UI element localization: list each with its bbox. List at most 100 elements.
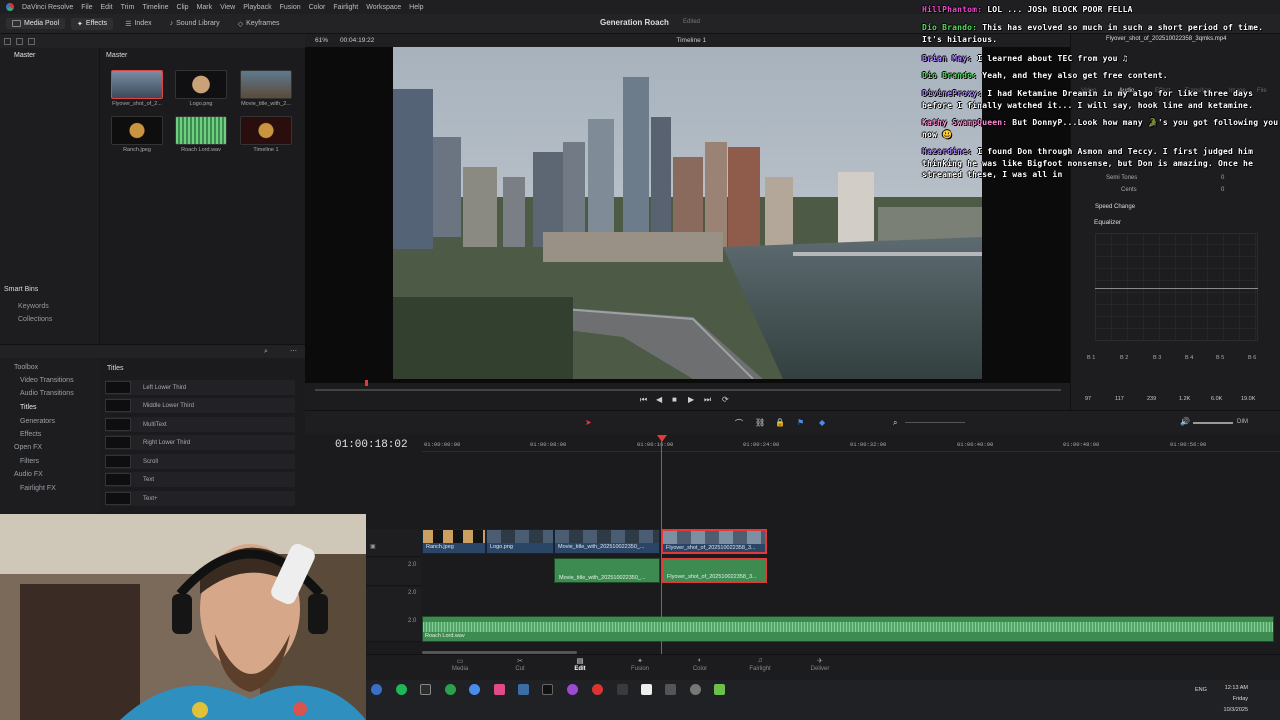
index-button[interactable]: ☰ Index — [119, 18, 157, 30]
playhead-handle[interactable] — [657, 435, 667, 442]
app-taskbar-icon[interactable] — [714, 684, 725, 695]
app-taskbar-icon[interactable] — [567, 684, 578, 695]
clock-time[interactable]: 12:13 AM — [1218, 685, 1248, 691]
marker-icon[interactable]: ◆ — [819, 418, 825, 427]
page-cut[interactable]: Cut — [500, 666, 540, 672]
grid-view-icon[interactable] — [28, 37, 35, 45]
app-taskbar-icon[interactable] — [371, 684, 382, 695]
media-clip[interactable]: Logo.png — [175, 70, 227, 107]
menu-timeline[interactable]: Timeline — [142, 4, 168, 11]
title-item[interactable]: Left Lower Third — [105, 380, 295, 395]
eq-band-2-freq[interactable]: 117 — [1115, 396, 1124, 402]
spotify-taskbar-icon[interactable] — [396, 684, 407, 695]
fx-video-transitions[interactable]: Video Transitions — [20, 377, 74, 384]
eq-band-2[interactable]: B 2 — [1120, 355, 1128, 361]
media-pool-button[interactable]: Media Pool — [6, 18, 66, 29]
flag-icon[interactable]: ⚑ — [797, 418, 804, 427]
app-taskbar-icon[interactable] — [542, 684, 553, 695]
speed-change-header[interactable]: Speed Change — [1095, 204, 1135, 210]
fx-open-fx[interactable]: Open FX — [14, 444, 42, 451]
menu-edit[interactable]: Edit — [101, 4, 113, 11]
fx-generators[interactable]: Generators — [20, 418, 55, 425]
color-page-icon[interactable]: ◐ — [680, 657, 720, 664]
page-fusion[interactable]: Fusion — [620, 666, 660, 672]
menu-mark[interactable]: Mark — [197, 4, 213, 11]
eq-band-1[interactable]: B 1 — [1087, 355, 1095, 361]
title-item[interactable]: Right Lower Third — [105, 435, 295, 450]
menu-file[interactable]: File — [81, 4, 92, 11]
eq-band-1-freq[interactable]: 97 — [1085, 396, 1091, 402]
play-reverse-icon[interactable]: ◀ — [656, 395, 662, 404]
eq-band-5-freq[interactable]: 6.0K — [1211, 396, 1222, 402]
eq-band-6-freq[interactable]: 19.0K — [1241, 396, 1255, 402]
volume-slider[interactable] — [1193, 422, 1233, 424]
title-item[interactable]: Scroll — [105, 454, 295, 469]
effects-button[interactable]: ✦ Effects — [71, 17, 114, 30]
fx-filters[interactable]: Filters — [20, 458, 39, 465]
master-bin[interactable]: Master — [14, 52, 35, 59]
title-item[interactable]: MultiText — [105, 417, 295, 432]
eq-band-5[interactable]: B 5 — [1216, 355, 1224, 361]
video-track-toggle-icon[interactable]: ▣ — [370, 543, 376, 550]
edit-page-icon[interactable]: ▤ — [560, 657, 600, 665]
snapping-icon[interactable]: ⌒ — [735, 418, 743, 429]
video-clip[interactable]: Movie_title_with_202510022350_... — [554, 529, 660, 554]
menu-color[interactable]: Color — [309, 4, 326, 11]
panel-toggle-icon[interactable] — [4, 37, 11, 45]
eq-band-4-freq[interactable]: 1.2K — [1179, 396, 1190, 402]
loop-icon[interactable]: ⟳ — [722, 395, 729, 404]
list-view-icon[interactable] — [16, 37, 23, 45]
menu-clip[interactable]: Clip — [177, 4, 189, 11]
lock-icon[interactable]: 🔒 — [775, 418, 785, 427]
volume-icon[interactable]: 🔊 — [1180, 417, 1190, 426]
zoom-slider[interactable] — [905, 422, 965, 423]
fairlight-page-icon[interactable]: ♫ — [740, 657, 780, 664]
video-clip[interactable]: Logo.png — [486, 529, 554, 554]
media-clip[interactable]: Roach Lord.wav — [175, 116, 227, 153]
cents-value[interactable]: 0 — [1221, 187, 1224, 193]
audio-clip-selected[interactable]: Flyover_shot_of_202510022358_3... — [661, 558, 767, 583]
scrubber-playhead[interactable] — [365, 380, 368, 386]
menu-playback[interactable]: Playback — [243, 4, 271, 11]
zoom-icon[interactable]: ⌕ — [893, 418, 897, 428]
menu-fairlight[interactable]: Fairlight — [333, 4, 358, 11]
media-clip[interactable]: Movie_title_with_2... — [240, 70, 292, 107]
audio-clip[interactable]: Movie_title_with_202510022350_... — [554, 558, 660, 583]
fx-audio-fx[interactable]: Audio FX — [14, 471, 43, 478]
app-taskbar-icon[interactable] — [641, 684, 652, 695]
equalizer-graph[interactable] — [1095, 233, 1258, 341]
media-page-icon[interactable]: ▭ — [440, 657, 480, 665]
app-taskbar-icon[interactable] — [420, 684, 431, 695]
menu-workspace[interactable]: Workspace — [366, 4, 401, 11]
keyboard-language[interactable]: ENG — [1195, 687, 1207, 693]
fx-titles[interactable]: Titles — [20, 404, 36, 411]
media-clip[interactable]: Ranch.jpeg — [111, 116, 163, 153]
eq-band-6[interactable]: B 6 — [1248, 355, 1256, 361]
fx-toolbox[interactable]: Toolbox — [14, 364, 38, 371]
go-to-end-icon[interactable]: ⏭ — [704, 395, 711, 405]
viewer-scrubber[interactable] — [315, 389, 1061, 391]
stop-icon[interactable]: ■ — [672, 395, 677, 404]
playhead[interactable] — [661, 436, 662, 654]
title-item[interactable]: Text+ — [105, 491, 295, 506]
menu-help[interactable]: Help — [409, 4, 423, 11]
link-icon[interactable]: ⛓ — [755, 418, 765, 427]
play-icon[interactable]: ▶ — [688, 395, 694, 404]
more-options-icon[interactable]: ⋯ — [290, 347, 297, 355]
fx-audio-transitions[interactable]: Audio Transitions — [20, 390, 74, 397]
keyframes-button[interactable]: ◇ Keyframes — [232, 18, 286, 30]
app-taskbar-icon[interactable] — [617, 684, 628, 695]
viewer-zoom[interactable]: 61% — [315, 37, 328, 44]
cut-page-icon[interactable]: ✂ — [500, 657, 540, 665]
title-item[interactable]: Middle Lower Third — [105, 398, 295, 413]
keywords-bin[interactable]: Keywords — [18, 303, 49, 310]
video-clip[interactable]: Ranch.jpeg — [422, 529, 486, 554]
menu-fusion[interactable]: Fusion — [280, 4, 301, 11]
page-deliver[interactable]: Deliver — [800, 666, 840, 672]
page-media[interactable]: Media — [440, 666, 480, 672]
page-fairlight[interactable]: Fairlight — [740, 666, 780, 672]
app-taskbar-icon[interactable] — [665, 684, 676, 695]
app-taskbar-icon[interactable] — [518, 684, 529, 695]
fx-fairlight-fx[interactable]: Fairlight FX — [20, 485, 56, 492]
eq-band-3[interactable]: B 3 — [1153, 355, 1161, 361]
